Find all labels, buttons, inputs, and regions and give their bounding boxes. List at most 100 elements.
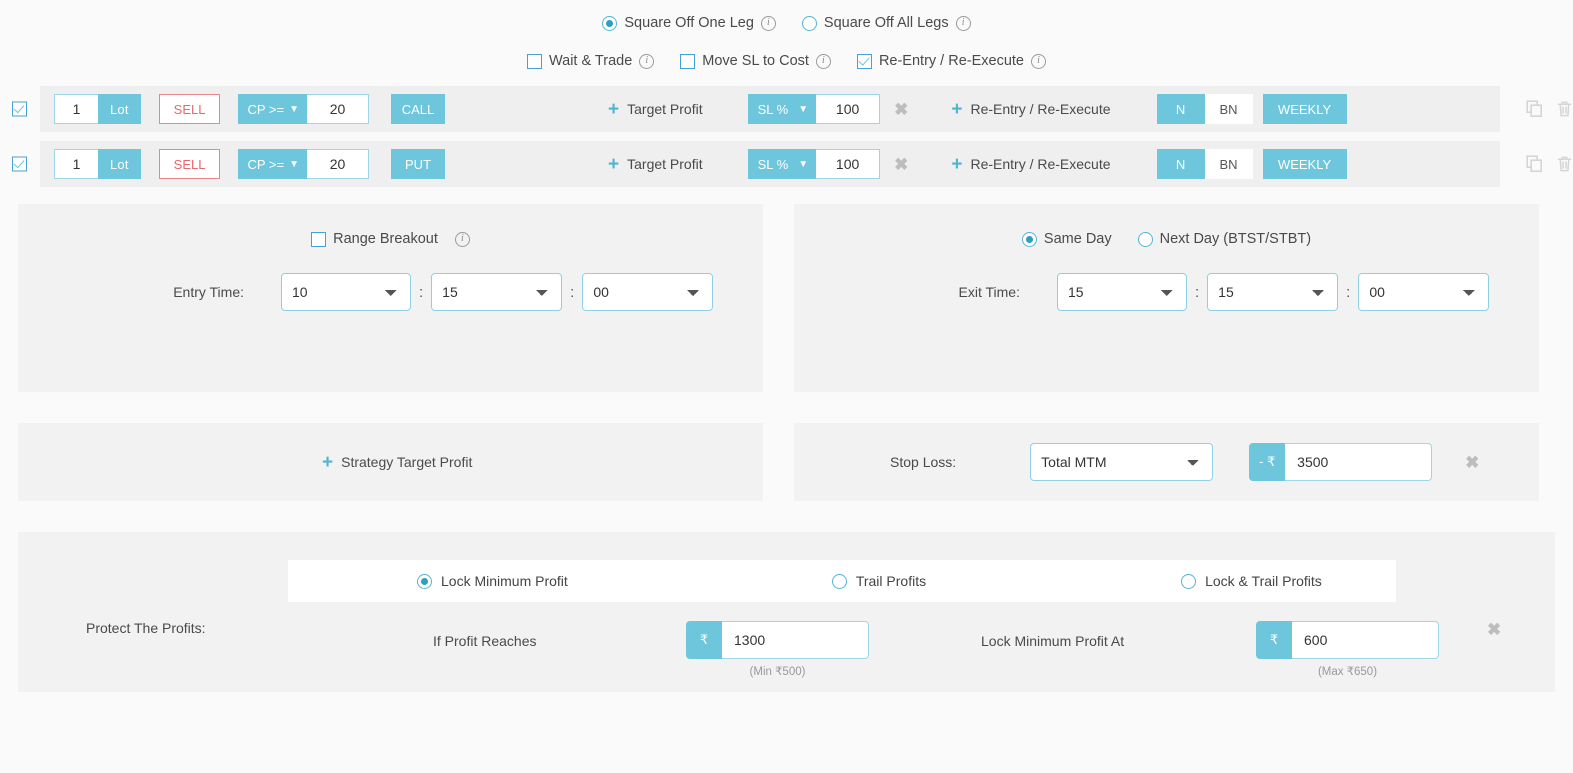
leg-stoploss-type-label: SL % [757, 101, 789, 117]
if-profit-reaches-input[interactable] [722, 621, 869, 659]
if-profit-reaches-label: If Profit Reaches [433, 633, 537, 649]
info-icon-range-breakout[interactable]: i [454, 231, 470, 247]
leg-expiry-button[interactable]: WEEKLY [1262, 94, 1347, 124]
top-options-panel: Square Off One Leg i Square Off All Legs… [0, 0, 1573, 74]
strategy-target-stoploss-row: + Strategy Target Profit Stop Loss: Tota… [0, 423, 1573, 501]
legs-panel: Lot SELL CP >= ▼ CALL + Target Profit SL… [0, 86, 1573, 187]
add-strategy-target-profit[interactable]: + Strategy Target Profit [322, 453, 472, 472]
label-square-off-all-legs: Square Off All Legs [823, 15, 949, 31]
leg-remove-stoploss-icon[interactable]: ✖ [894, 156, 908, 173]
option-same-day[interactable]: Same Day [1021, 231, 1112, 247]
checkbox-range-breakout[interactable] [311, 231, 327, 247]
entry-time-hour-select[interactable]: 10 [281, 273, 411, 311]
leg-option-type-button[interactable]: PUT [391, 149, 446, 179]
option-square-off-one-leg[interactable]: Square Off One Leg i [602, 15, 776, 31]
stop-loss-value-group: - ₹ [1249, 443, 1433, 481]
leg-row: Lot SELL CP >= ▼ CALL + Target Profit SL… [12, 86, 1572, 132]
trash-icon[interactable] [1556, 100, 1573, 118]
remove-protect-profits-icon[interactable]: ✖ [1487, 621, 1501, 638]
leg-enable-checkbox[interactable] [12, 101, 27, 117]
copy-icon[interactable] [1526, 100, 1544, 118]
leg-side-button[interactable]: SELL [158, 94, 221, 124]
leg-remove-stoploss-icon[interactable]: ✖ [894, 101, 908, 118]
leg-strike-criteria-select[interactable]: CP >= ▼ [238, 149, 308, 179]
leg-strike-value-input[interactable] [307, 94, 370, 124]
lock-minimum-profit-at-input[interactable] [1292, 621, 1439, 659]
lock-minimum-profit-at-field: ₹ (Max ₹650) [1256, 621, 1439, 678]
stop-loss-type-select[interactable]: Total MTM [1030, 443, 1214, 481]
lock-minimum-profit-at-group: ₹ [1256, 621, 1439, 659]
leg-add-re-entry[interactable]: + Re-Entry / Re-Execute [951, 155, 1110, 174]
leg-index-option-bn[interactable]: BN [1204, 94, 1253, 124]
radio-square-off-one-leg[interactable] [602, 15, 618, 31]
entry-time-minute-select[interactable]: 15 [431, 273, 563, 311]
leg-quantity-input[interactable] [54, 94, 98, 124]
option-next-day[interactable]: Next Day (BTST/STBT) [1137, 231, 1311, 247]
tab-trail-profits[interactable]: Trail Profits [831, 573, 926, 589]
exit-time-hour-select[interactable]: 15 [1057, 273, 1187, 311]
leg-stoploss-type-select[interactable]: SL % ▼ [747, 149, 817, 179]
info-icon-square-off-all-legs[interactable]: i [955, 15, 971, 31]
tab-lock-minimum-profit[interactable]: Lock Minimum Profit [417, 573, 568, 589]
info-icon-move-sl-to-cost[interactable]: i [815, 53, 831, 69]
leg-strike-value-input[interactable] [307, 149, 370, 179]
checkbox-re-entry-re-execute[interactable] [856, 53, 872, 69]
info-icon-square-off-one-leg[interactable]: i [760, 15, 776, 31]
leg-row: Lot SELL CP >= ▼ PUT + Target Profit SL … [12, 141, 1572, 187]
radio-lock-minimum-profit[interactable] [417, 573, 432, 589]
radio-next-day[interactable] [1137, 231, 1153, 247]
label-same-day: Same Day [1043, 231, 1112, 247]
option-square-off-all-legs[interactable]: Square Off All Legs i [801, 15, 971, 31]
leg-index-option-n[interactable]: N [1156, 94, 1205, 124]
rupee-prefix: ₹ [686, 621, 722, 659]
info-icon-re-entry-re-execute[interactable]: i [1031, 53, 1046, 69]
leg-expiry-button[interactable]: WEEKLY [1262, 149, 1347, 179]
leg-stoploss-value-input[interactable] [816, 94, 881, 124]
strategy-builder-page: Square Off One Leg i Square Off All Legs… [0, 0, 1573, 773]
copy-icon[interactable] [1526, 155, 1544, 173]
info-icon-wait-and-trade[interactable]: i [639, 53, 655, 69]
exit-time-minute-select[interactable]: 15 [1207, 273, 1339, 311]
stop-loss-value-input[interactable] [1285, 443, 1433, 481]
leg-add-target-profit[interactable]: + Target Profit [608, 155, 703, 174]
leg-strike-group: CP >= ▼ [238, 149, 370, 179]
tab-lock-and-trail-profits[interactable]: Lock & Trail Profits [1181, 573, 1322, 589]
entry-time-second-select[interactable]: 00 [582, 273, 714, 311]
plus-icon: + [951, 98, 963, 120]
leg-add-re-entry[interactable]: + Re-Entry / Re-Execute [951, 100, 1110, 119]
checkbox-wait-and-trade[interactable] [527, 53, 542, 69]
option-range-breakout[interactable]: Range Breakout i [311, 231, 470, 247]
leg-stoploss-value-input[interactable] [816, 149, 881, 179]
leg-option-type-button[interactable]: CALL [391, 94, 446, 124]
checkbox-move-sl-to-cost[interactable] [680, 53, 696, 69]
plus-icon: + [608, 98, 620, 120]
radio-trail-profits[interactable] [831, 573, 847, 589]
label-lock-minimum-profit: Lock Minimum Profit [441, 573, 568, 589]
radio-square-off-all-legs[interactable] [801, 15, 817, 31]
entry-time-row: Entry Time: 10 : 15 : 00 [18, 273, 763, 311]
radio-same-day[interactable] [1021, 231, 1037, 247]
trash-icon[interactable] [1556, 155, 1573, 173]
exit-time-label: Exit Time: [958, 284, 1020, 300]
radio-lock-and-trail-profits[interactable] [1181, 573, 1197, 589]
leg-quantity-unit[interactable]: Lot [98, 94, 141, 124]
exit-card: Same Day Next Day (BTST/STBT) Exit Time:… [794, 204, 1539, 392]
stop-loss-label: Stop Loss: [890, 454, 957, 470]
leg-index-option-n[interactable]: N [1156, 149, 1205, 179]
option-wait-and-trade[interactable]: Wait & Trade i [527, 53, 655, 69]
leg-quantity-input[interactable] [54, 149, 98, 179]
remove-stop-loss-icon[interactable]: ✖ [1465, 454, 1479, 471]
option-move-sl-to-cost[interactable]: Move SL to Cost i [680, 53, 831, 69]
chevron-down-icon: ▼ [798, 158, 809, 170]
leg-side-button[interactable]: SELL [158, 149, 221, 179]
leg-stoploss-type-select[interactable]: SL % ▼ [747, 94, 817, 124]
leg-quantity-unit[interactable]: Lot [98, 149, 141, 179]
leg-strike-criteria-select[interactable]: CP >= ▼ [238, 94, 308, 124]
exit-time-second-select[interactable]: 00 [1358, 273, 1490, 311]
leg-enable-checkbox[interactable] [12, 156, 27, 172]
chevron-down-icon: ▼ [289, 103, 300, 115]
leg-add-target-profit[interactable]: + Target Profit [608, 100, 703, 119]
leg-index-option-bn[interactable]: BN [1204, 149, 1253, 179]
label-lock-and-trail-profits: Lock & Trail Profits [1205, 573, 1322, 589]
option-re-entry-re-execute[interactable]: Re-Entry / Re-Execute i [856, 53, 1046, 69]
